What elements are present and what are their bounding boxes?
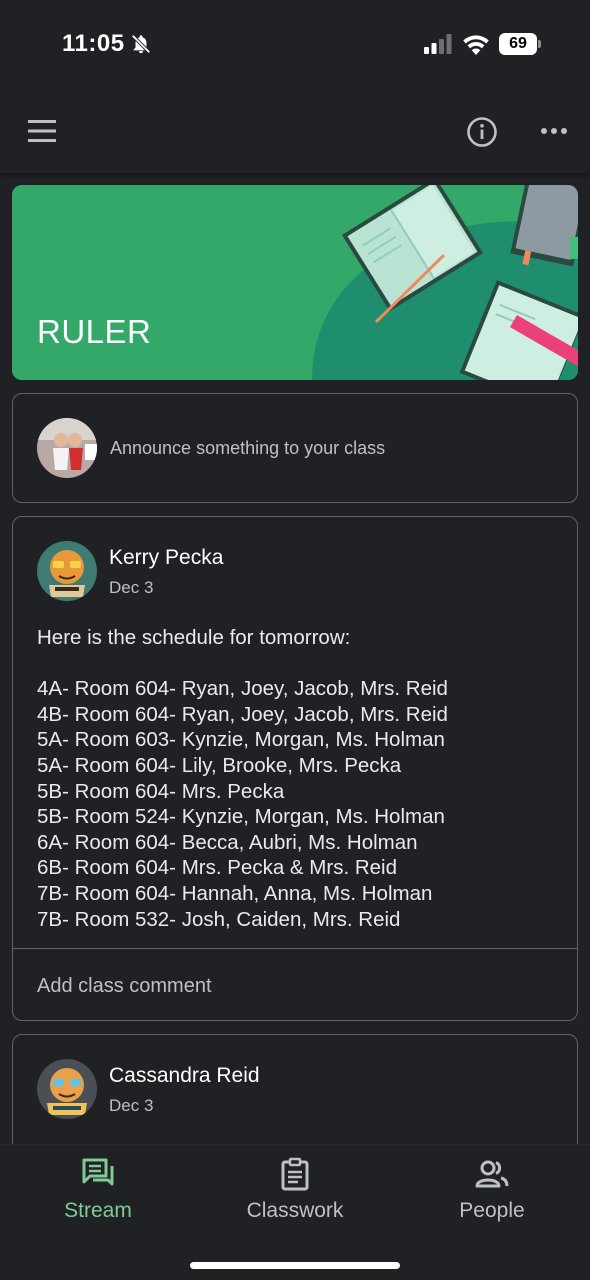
- schedule-line: 4A- Room 604- Ryan, Joey, Jacob, Mrs. Re…: [37, 677, 448, 701]
- nav-stream-label: Stream: [64, 1199, 132, 1222]
- home-indicator[interactable]: [190, 1262, 400, 1269]
- avatar: [37, 541, 97, 601]
- schedule-line: 5B- Room 524- Kynzie, Morgan, Ms. Holman: [37, 805, 445, 829]
- stream-icon: [82, 1158, 114, 1186]
- schedule-line: 5A- Room 603- Kynzie, Morgan, Ms. Holman: [37, 728, 445, 752]
- announce-placeholder: Announce something to your class: [110, 438, 386, 458]
- bottom-navigation: Stream Classwork People: [0, 1144, 590, 1280]
- status-time: 11:05: [62, 30, 125, 57]
- divider: [13, 948, 577, 949]
- signal-icon: [424, 34, 452, 54]
- nav-classwork[interactable]: Classwork: [215, 1157, 375, 1223]
- schedule-line: 6A- Room 604- Becca, Aubri, Ms. Holman: [37, 830, 418, 854]
- post-card: Kerry Pecka Dec 3 Here is the schedule f…: [12, 516, 578, 1021]
- post-body: Here is the schedule for tomorrow: 4A- R…: [37, 625, 567, 932]
- post-author[interactable]: Kerry Pecka: [109, 546, 223, 570]
- schedule-line: 6B- Room 604- Mrs. Pecka & Mrs. Reid: [37, 856, 397, 880]
- schedule-line: 7B- Room 604- Hannah, Anna, Ms. Holman: [37, 881, 433, 905]
- class-title: RULER: [37, 313, 152, 350]
- schedule-line: 7B- Room 532- Josh, Caiden, Mrs. Reid: [37, 907, 401, 931]
- nav-classwork-label: Classwork: [246, 1199, 344, 1222]
- people-icon: [475, 1160, 509, 1188]
- wifi-icon: [463, 35, 489, 55]
- avatar: [37, 1059, 97, 1119]
- info-icon[interactable]: [466, 116, 498, 148]
- bell-off-icon: [131, 34, 151, 54]
- post-date: Dec 3: [109, 578, 154, 597]
- menu-icon[interactable]: [28, 120, 56, 142]
- announce-box[interactable]: Announce something to your class: [12, 393, 578, 503]
- post-author[interactable]: Cassandra Reid: [109, 1064, 260, 1088]
- nav-people-label: People: [459, 1199, 525, 1222]
- top-app-bar: [0, 88, 590, 174]
- schedule-line: 5B- Room 604- Mrs. Pecka: [37, 779, 285, 803]
- status-bar: 11:05 69: [0, 0, 590, 88]
- more-horizontal-icon[interactable]: [540, 126, 568, 136]
- post-intro: Here is the schedule for tomorrow:: [37, 626, 351, 649]
- avatar: [37, 418, 97, 478]
- schedule-line: 5A- Room 604- Lily, Brooke, Mrs. Pecka: [37, 753, 402, 777]
- add-class-comment-button[interactable]: Add class comment: [37, 975, 212, 998]
- battery-level: 69: [499, 33, 537, 55]
- battery-icon: 69: [499, 33, 543, 55]
- nav-people[interactable]: People: [412, 1157, 572, 1223]
- classwork-icon: [281, 1157, 309, 1191]
- class-banner: RULER: [12, 185, 578, 380]
- schedule-line: 4B- Room 604- Ryan, Joey, Jacob, Mrs. Re…: [37, 702, 448, 726]
- nav-stream[interactable]: Stream: [18, 1157, 178, 1223]
- post-date: Dec 3: [109, 1096, 154, 1115]
